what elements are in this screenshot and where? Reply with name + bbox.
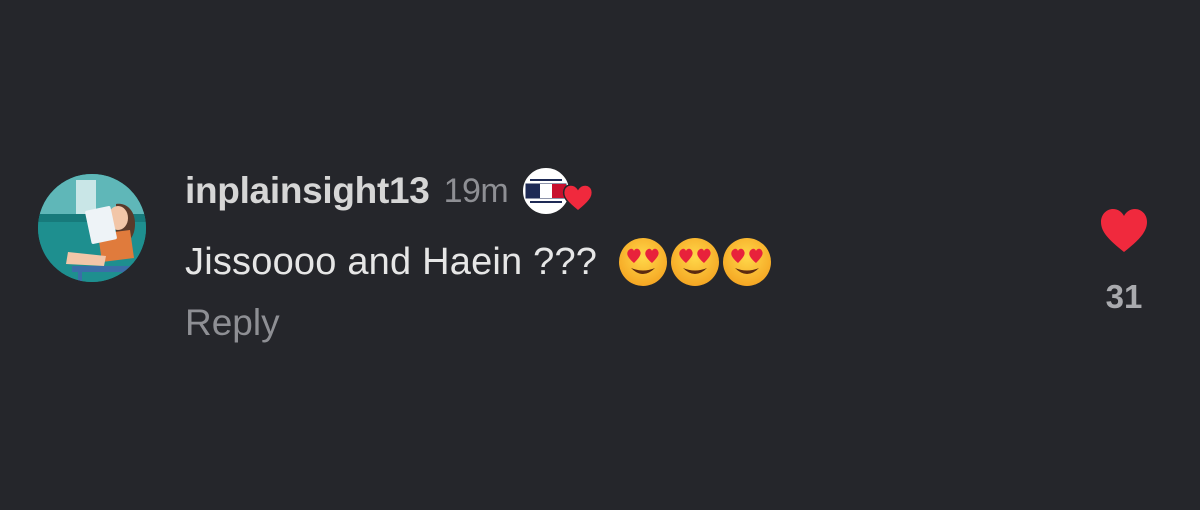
heart-eyes-emoji-icon xyxy=(619,238,668,286)
like-count: 31 xyxy=(1105,278,1143,315)
heart-icon[interactable] xyxy=(1099,208,1149,254)
username[interactable]: inplainsight13 xyxy=(185,170,430,212)
timestamp: 19m xyxy=(443,171,509,210)
emoji-group xyxy=(617,236,773,288)
reply-button[interactable]: Reply xyxy=(185,302,280,344)
comment-body: Jissoooo and Haein ??? xyxy=(185,240,598,283)
brand-flag-heart-badge-icon xyxy=(520,165,598,217)
comment-header: inplainsight13 19m xyxy=(185,165,598,217)
heart-eyes-emoji-icon xyxy=(723,238,772,286)
heart-eyes-emoji-icon xyxy=(671,238,720,286)
comment-text-row: Jissoooo and Haein ??? xyxy=(185,234,773,290)
like-area: 31 xyxy=(1090,208,1158,316)
avatar[interactable] xyxy=(38,174,146,282)
comment-item: inplainsight13 19m Jissoooo and Haein ??… xyxy=(0,0,1200,510)
